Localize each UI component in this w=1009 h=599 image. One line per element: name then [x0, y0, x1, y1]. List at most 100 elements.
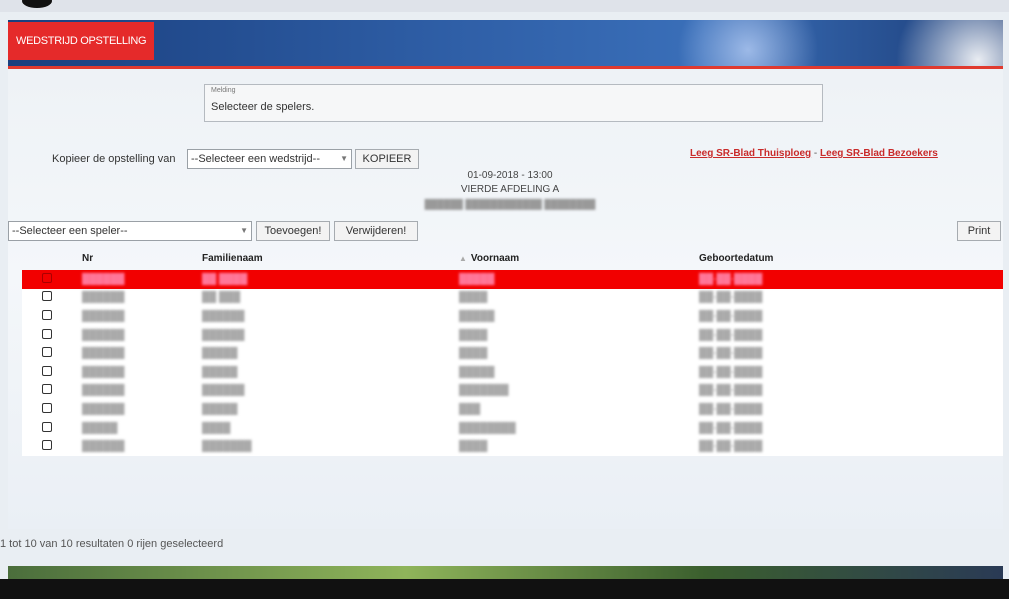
row-checkbox[interactable]: [42, 272, 52, 283]
col-voornaam-label: Voornaam: [470, 252, 520, 264]
table-header: Nr Familienaam ▲ Voornaam Geboortedatum: [22, 246, 1003, 270]
cell-voornaam: ███████: [459, 385, 509, 397]
row-checkbox-cell: [22, 382, 82, 401]
cell-voornaam: ████████: [459, 422, 516, 434]
cell-geboortedatum: ██-██-████: [699, 329, 763, 341]
cell-nr: ██████: [82, 441, 125, 453]
screen-bezel: [0, 579, 1009, 599]
empty-sheet-links: Leeg SR-Blad Thuisploeg - Leeg SR-Blad B…: [690, 148, 938, 159]
match-select[interactable]: --Selecteer een wedstrijd-- ▼: [187, 149, 352, 169]
row-checkbox-cell: [22, 289, 82, 308]
table-row[interactable]: ██████ ██ ████ █████ ██-██-████: [22, 270, 1003, 289]
results-summary: 1 tot 10 van 10 resultaten 0 rijen gesel…: [0, 538, 224, 550]
cell-nr: ██████: [82, 273, 125, 285]
cell-geboortedatum: ██-██-████: [699, 292, 763, 304]
add-player-button[interactable]: Toevoegen!: [256, 221, 330, 241]
cell-familienaam: ██████: [202, 385, 245, 397]
table-row[interactable]: ███████████████████-██-████: [22, 437, 1003, 456]
row-checkbox[interactable]: [42, 309, 52, 320]
cell-geboortedatum: ██-██-████: [699, 441, 763, 453]
table-row[interactable]: ███████████████████-██-████: [22, 307, 1003, 326]
cell-voornaam: ████: [459, 292, 488, 304]
cell-nr: ██████: [82, 292, 125, 304]
cell-nr: ██████: [82, 366, 125, 378]
cell-geboortedatum: ██-██-████: [699, 273, 763, 285]
table-row[interactable]: ██████ ██████ ███████ ██-██-████: [22, 381, 1003, 401]
row-checkbox-cell: [22, 437, 82, 456]
header-checkbox-col: [22, 246, 82, 270]
match-division: VIERDE AFDELING A: [460, 184, 560, 195]
cell-familienaam: █████: [202, 403, 238, 415]
col-nr[interactable]: Nr: [82, 246, 202, 270]
banner-light: [868, 20, 1003, 68]
cell-familienaam: ████: [202, 422, 231, 434]
message-box: Melding Selecteer de spelers.: [204, 84, 823, 122]
cell-familienaam: ███████: [202, 441, 252, 453]
row-checkbox[interactable]: [42, 365, 52, 376]
cell-geboortedatum: ██-██-████: [699, 348, 763, 360]
cell-geboortedatum: ██-██-████: [699, 310, 763, 322]
cell-voornaam: █████: [459, 273, 495, 285]
chevron-down-icon: ▼: [240, 226, 248, 235]
row-checkbox[interactable]: [42, 328, 52, 339]
print-button[interactable]: Print: [957, 221, 1001, 241]
cell-geboortedatum: ██-██-████: [699, 385, 763, 397]
bottom-banner: [8, 566, 1003, 579]
table-row[interactable]: ██████████████████-██-████: [22, 362, 1003, 382]
col-familienaam[interactable]: Familienaam: [202, 246, 459, 270]
match-info: 01-09-2018 - 13:00 VIERDE AFDELING A ███…: [420, 169, 600, 211]
cell-nr: ██████: [82, 329, 125, 341]
remove-player-button[interactable]: Verwijderen!: [334, 221, 418, 241]
banner-light: [668, 20, 828, 68]
players-table: Nr Familienaam ▲ Voornaam Geboortedatum █…: [22, 246, 1003, 456]
col-geboortedatum[interactable]: Geboortedatum: [699, 246, 1003, 270]
cell-voornaam: ████: [459, 441, 488, 453]
top-strip: [0, 0, 1009, 12]
table-row[interactable]: ██████ ██ ███ ████ ██-██-████: [22, 288, 1003, 308]
empty-sheet-home-link[interactable]: Leeg SR-Blad Thuisploeg: [690, 148, 811, 159]
row-checkbox[interactable]: [42, 291, 52, 302]
table-row[interactable]: ██████ █████ ████ ██-██-████: [22, 344, 1003, 363]
row-checkbox-cell: [22, 307, 82, 326]
match-select-value: --Selecteer een wedstrijd--: [191, 153, 320, 165]
message-text: Selecteer de spelers.: [211, 101, 315, 113]
sort-asc-icon: ▲: [459, 253, 467, 263]
cell-geboortedatum: ██-██-████: [699, 403, 763, 415]
player-select[interactable]: --Selecteer een speler-- ▼: [8, 221, 252, 241]
empty-sheet-away-link[interactable]: Leeg SR-Blad Bezoekers: [820, 148, 938, 159]
row-checkbox[interactable]: [42, 421, 52, 432]
match-teams: ██████ ████████████ ████████: [424, 199, 596, 209]
cell-familienaam: ██████: [202, 329, 245, 341]
tab-wedstrijd-opstelling[interactable]: WEDSTRIJD OPSTELLING: [8, 22, 155, 60]
row-checkbox[interactable]: [42, 402, 52, 413]
row-checkbox[interactable]: [42, 440, 52, 451]
cell-nr: █████: [82, 422, 118, 434]
row-checkbox[interactable]: [42, 347, 52, 358]
row-checkbox-cell: [22, 326, 82, 345]
copy-button[interactable]: KOPIEER: [355, 149, 419, 169]
link-separator: -: [813, 148, 818, 159]
cell-familienaam: █████: [202, 366, 238, 378]
row-checkbox-cell: [22, 419, 82, 438]
cell-nr: ██████: [82, 403, 125, 415]
table-row[interactable]: ██████████████████-██-████: [22, 325, 1003, 345]
cell-geboortedatum: ██-██-████: [699, 422, 763, 434]
row-checkbox[interactable]: [42, 384, 52, 395]
cell-nr: ██████: [82, 385, 125, 397]
message-label: Melding: [211, 87, 236, 94]
table-row[interactable]: ██████ █████ ███ ██-██-████: [22, 400, 1003, 419]
col-voornaam[interactable]: ▲ Voornaam: [459, 246, 699, 270]
logo-fragment: [22, 0, 52, 8]
match-datetime: 01-09-2018 - 13:00: [467, 170, 553, 181]
cell-nr: ██████: [82, 310, 125, 322]
cell-voornaam: █████: [459, 366, 495, 378]
cell-familienaam: ██████: [202, 310, 245, 322]
player-select-value: --Selecteer een speler--: [12, 225, 128, 237]
table-row[interactable]: ███████████████████-██-████: [22, 418, 1003, 438]
row-checkbox-cell: [22, 270, 82, 289]
cell-familienaam: ██ ████: [202, 273, 248, 285]
header-banner: [8, 20, 1003, 68]
cell-voornaam: ████: [459, 329, 488, 341]
row-checkbox-cell: [22, 400, 82, 419]
cell-nr: ██████: [82, 348, 125, 360]
